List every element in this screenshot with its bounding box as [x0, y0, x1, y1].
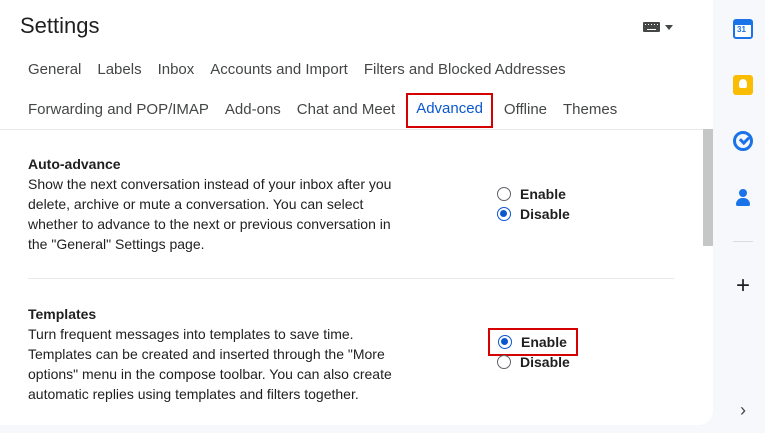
- radio-button-selected[interactable]: [498, 335, 512, 349]
- option-label: Disable: [520, 206, 570, 222]
- plus-icon[interactable]: +: [733, 274, 753, 298]
- chevron-right-icon[interactable]: ›: [733, 400, 753, 420]
- option-label: Enable: [520, 186, 566, 202]
- templates-options: Enable Disable: [488, 328, 578, 372]
- tab-add-ons[interactable]: Add-ons: [217, 100, 289, 128]
- section-heading: Auto-advance: [28, 156, 121, 172]
- option-label: Enable: [521, 334, 567, 350]
- keep-icon[interactable]: [733, 75, 753, 95]
- rail-divider: [733, 241, 753, 242]
- desc-line: options" menu in the compose toolbar. Yo…: [28, 366, 392, 382]
- tab-filters-and-blocked-addresses[interactable]: Filters and Blocked Addresses: [356, 60, 574, 80]
- caret-down-icon: [665, 24, 673, 30]
- desc-line: whether to advance to the next or previo…: [28, 216, 391, 232]
- auto-advance-options: Enable Disable: [497, 184, 570, 224]
- keyboard-icon: [643, 22, 660, 32]
- templates-section: Templates Turn frequent messages into te…: [28, 305, 428, 404]
- tasks-icon[interactable]: [733, 131, 753, 151]
- tab-labels[interactable]: Labels: [89, 60, 149, 80]
- desc-line: Templates can be created and inserted th…: [28, 346, 385, 362]
- calendar-icon[interactable]: 31: [733, 19, 753, 39]
- templates-disable-option[interactable]: Disable: [497, 352, 578, 372]
- auto-advance-section: Auto-advance Show the next conversation …: [28, 155, 428, 254]
- radio-button[interactable]: [497, 355, 511, 369]
- section-divider: [28, 278, 674, 279]
- desc-line: Turn frequent messages into templates to…: [28, 326, 354, 342]
- desc-line: delete, archive or mute a conversation. …: [28, 196, 364, 212]
- page-title: Settings: [20, 13, 100, 38]
- tab-forwarding-pop-imap[interactable]: Forwarding and POP/IMAP: [20, 100, 217, 128]
- auto-advance-disable-option[interactable]: Disable: [497, 204, 570, 224]
- scrollbar-thumb[interactable]: [703, 129, 713, 246]
- tab-accounts-and-import[interactable]: Accounts and Import: [202, 60, 356, 80]
- tab-offline[interactable]: Offline: [496, 100, 555, 128]
- tab-chat-and-meet[interactable]: Chat and Meet: [289, 100, 403, 128]
- option-label: Disable: [520, 354, 570, 370]
- desc-line: the "General" Settings page.: [28, 236, 205, 252]
- auto-advance-enable-option[interactable]: Enable: [497, 184, 570, 204]
- tab-inbox[interactable]: Inbox: [150, 60, 203, 80]
- tab-general[interactable]: General: [20, 60, 89, 80]
- tab-themes[interactable]: Themes: [555, 100, 625, 128]
- contacts-icon[interactable]: [733, 187, 753, 207]
- settings-tabs-row-2: Forwarding and POP/IMAP Add-ons Chat and…: [20, 93, 625, 128]
- tab-advanced[interactable]: Advanced: [406, 93, 493, 128]
- input-tools-button[interactable]: [643, 18, 679, 36]
- section-description: Turn frequent messages into templates to…: [28, 324, 428, 404]
- settings-tabs-row-1: General Labels Inbox Accounts and Import…: [20, 60, 574, 80]
- radio-button-selected[interactable]: [497, 207, 511, 221]
- calendar-day: 31: [737, 25, 746, 34]
- settings-panel: Settings General Labels Inbox Accounts a…: [0, 0, 713, 425]
- section-heading: Templates: [28, 306, 97, 322]
- radio-button[interactable]: [497, 187, 511, 201]
- desc-line: Show the next conversation instead of yo…: [28, 176, 392, 192]
- desc-line: automatic replies using templates and fi…: [28, 386, 359, 402]
- section-description: Show the next conversation instead of yo…: [28, 174, 428, 254]
- side-panel-rail: 31 + ›: [722, 0, 765, 433]
- tabs-divider: [0, 129, 713, 130]
